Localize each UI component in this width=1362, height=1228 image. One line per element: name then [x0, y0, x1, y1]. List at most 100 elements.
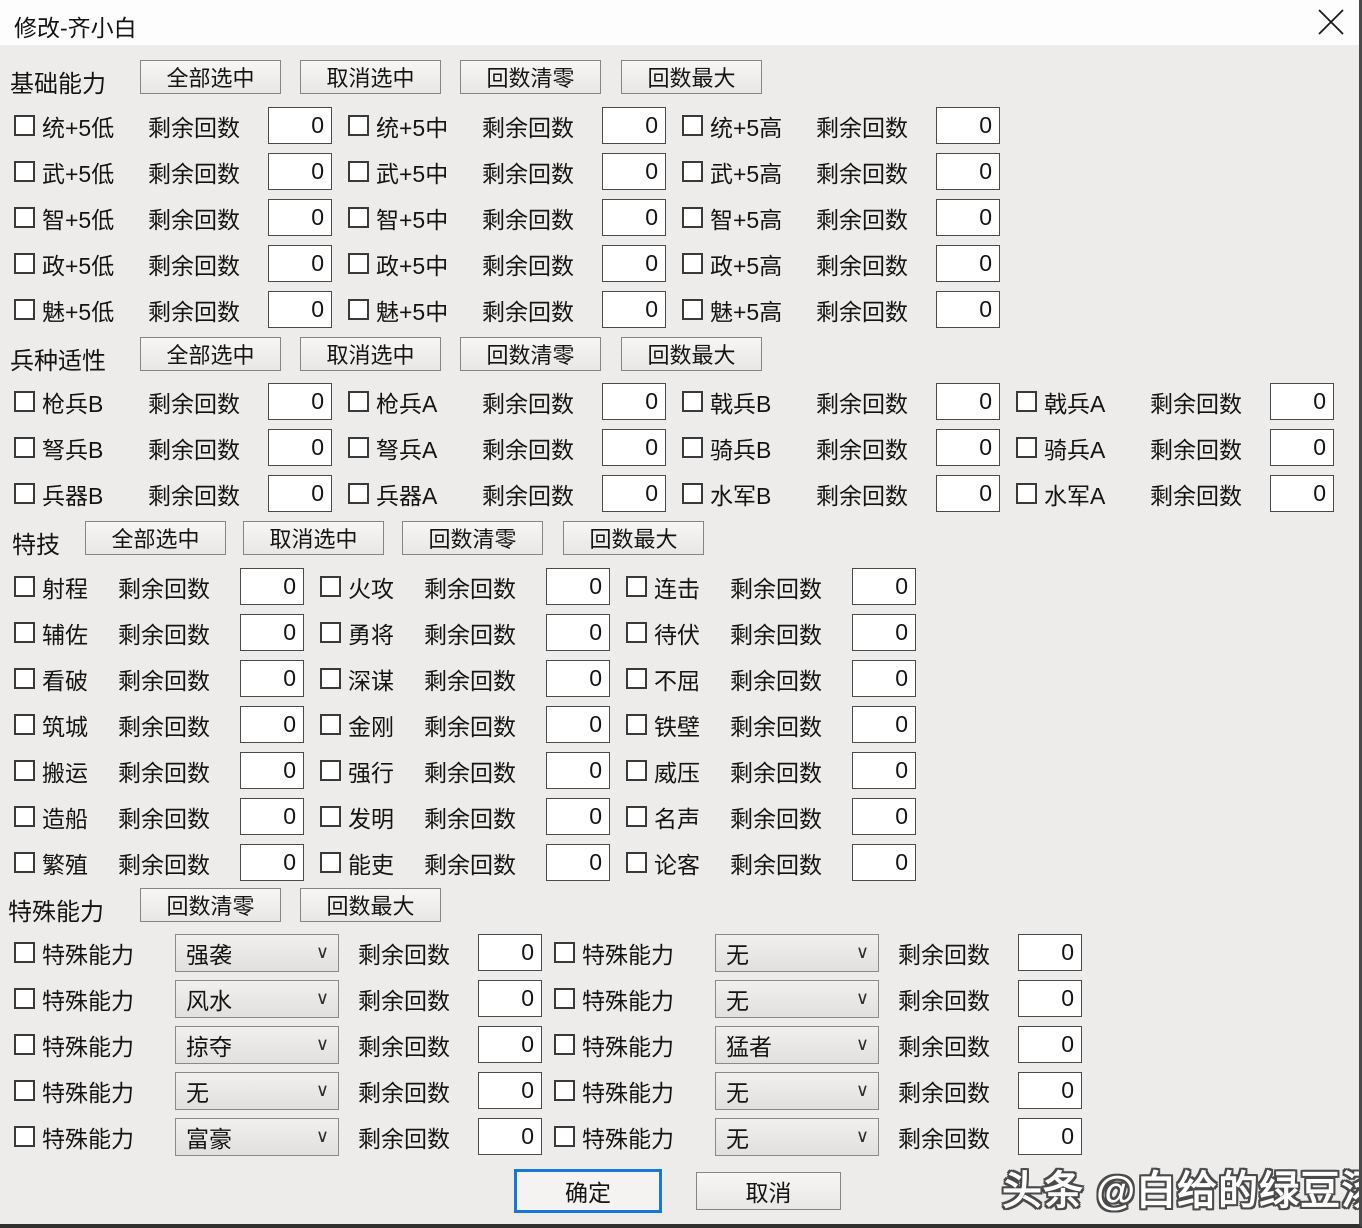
item-checkbox[interactable] [14, 437, 35, 458]
item-checkbox[interactable] [14, 760, 35, 781]
remaining-count-input[interactable] [240, 844, 304, 881]
item-checkbox[interactable] [14, 1080, 35, 1101]
remaining-count-input[interactable] [268, 429, 332, 466]
item-checkbox[interactable] [14, 253, 35, 274]
item-checkbox[interactable] [14, 115, 35, 136]
remaining-count-input[interactable] [936, 383, 1000, 420]
item-checkbox[interactable] [1016, 437, 1037, 458]
ability-select[interactable]: 富豪 ∨ [175, 1118, 339, 1156]
item-checkbox[interactable] [682, 253, 703, 274]
item-checkbox[interactable] [14, 161, 35, 182]
item-checkbox[interactable] [14, 806, 35, 827]
item-checkbox[interactable] [1016, 391, 1037, 412]
item-checkbox[interactable] [14, 207, 35, 228]
select-all-button[interactable]: 全部选中 [140, 337, 281, 371]
item-checkbox[interactable] [14, 299, 35, 320]
item-checkbox[interactable] [348, 207, 369, 228]
remaining-count-input[interactable] [602, 429, 666, 466]
item-checkbox[interactable] [320, 760, 341, 781]
remaining-count-input[interactable] [936, 153, 1000, 190]
remaining-count-input[interactable] [268, 107, 332, 144]
item-checkbox[interactable] [626, 668, 647, 689]
remaining-count-input[interactable] [546, 660, 610, 697]
item-checkbox[interactable] [320, 668, 341, 689]
ok-button[interactable]: 确定 [514, 1169, 662, 1213]
remaining-count-input[interactable] [268, 475, 332, 512]
remaining-count-input[interactable] [240, 568, 304, 605]
remaining-count-input[interactable] [268, 199, 332, 236]
clear-count-button[interactable]: 回数清零 [460, 60, 601, 94]
remaining-count-input[interactable] [936, 199, 1000, 236]
remaining-count-input[interactable] [602, 475, 666, 512]
remaining-count-input[interactable] [268, 245, 332, 282]
remaining-count-input[interactable] [1270, 429, 1334, 466]
item-checkbox[interactable] [14, 942, 35, 963]
remaining-count-input[interactable] [852, 660, 916, 697]
item-checkbox[interactable] [554, 1126, 575, 1147]
ability-select[interactable]: 无 ∨ [715, 1118, 879, 1156]
item-checkbox[interactable] [554, 1080, 575, 1101]
remaining-count-input[interactable] [1018, 1026, 1082, 1063]
remaining-count-input[interactable] [852, 614, 916, 651]
ability-select[interactable]: 无 ∨ [175, 1072, 339, 1110]
remaining-count-input[interactable] [852, 568, 916, 605]
remaining-count-input[interactable] [268, 153, 332, 190]
item-checkbox[interactable] [14, 988, 35, 1009]
remaining-count-input[interactable] [1018, 934, 1082, 971]
ability-select[interactable]: 无 ∨ [715, 934, 879, 972]
item-checkbox[interactable] [320, 576, 341, 597]
item-checkbox[interactable] [348, 483, 369, 504]
remaining-count-input[interactable] [936, 107, 1000, 144]
max-count-button[interactable]: 回数最大 [563, 521, 704, 555]
item-checkbox[interactable] [348, 391, 369, 412]
item-checkbox[interactable] [348, 115, 369, 136]
deselect-all-button[interactable]: 取消选中 [243, 521, 384, 555]
remaining-count-input[interactable] [602, 107, 666, 144]
remaining-count-input[interactable] [546, 568, 610, 605]
remaining-count-input[interactable] [1018, 1072, 1082, 1109]
item-checkbox[interactable] [682, 391, 703, 412]
ability-select[interactable]: 无 ∨ [715, 980, 879, 1018]
clear-count-button[interactable]: 回数清零 [140, 888, 281, 922]
remaining-count-input[interactable] [936, 245, 1000, 282]
ability-select[interactable]: 掠夺 ∨ [175, 1026, 339, 1064]
cancel-button[interactable]: 取消 [696, 1172, 841, 1210]
item-checkbox[interactable] [682, 207, 703, 228]
item-checkbox[interactable] [320, 806, 341, 827]
item-checkbox[interactable] [14, 1034, 35, 1055]
remaining-count-input[interactable] [478, 980, 542, 1017]
remaining-count-input[interactable] [546, 752, 610, 789]
remaining-count-input[interactable] [478, 1072, 542, 1109]
remaining-count-input[interactable] [1018, 980, 1082, 1017]
remaining-count-input[interactable] [478, 1026, 542, 1063]
item-checkbox[interactable] [348, 161, 369, 182]
remaining-count-input[interactable] [478, 1118, 542, 1155]
ability-select[interactable]: 风水 ∨ [175, 980, 339, 1018]
select-all-button[interactable]: 全部选中 [85, 521, 226, 555]
item-checkbox[interactable] [348, 299, 369, 320]
item-checkbox[interactable] [14, 483, 35, 504]
item-checkbox[interactable] [626, 760, 647, 781]
deselect-all-button[interactable]: 取消选中 [300, 60, 441, 94]
remaining-count-input[interactable] [240, 660, 304, 697]
remaining-count-input[interactable] [602, 291, 666, 328]
remaining-count-input[interactable] [936, 429, 1000, 466]
max-count-button[interactable]: 回数最大 [621, 337, 762, 371]
close-button[interactable] [1313, 4, 1349, 40]
ability-select[interactable]: 无 ∨ [715, 1072, 879, 1110]
item-checkbox[interactable] [320, 622, 341, 643]
remaining-count-input[interactable] [1270, 475, 1334, 512]
remaining-count-input[interactable] [268, 291, 332, 328]
remaining-count-input[interactable] [852, 706, 916, 743]
item-checkbox[interactable] [682, 483, 703, 504]
item-checkbox[interactable] [320, 714, 341, 735]
remaining-count-input[interactable] [852, 844, 916, 881]
remaining-count-input[interactable] [240, 614, 304, 651]
item-checkbox[interactable] [626, 714, 647, 735]
remaining-count-input[interactable] [268, 383, 332, 420]
item-checkbox[interactable] [626, 852, 647, 873]
item-checkbox[interactable] [682, 299, 703, 320]
clear-count-button[interactable]: 回数清零 [460, 337, 601, 371]
remaining-count-input[interactable] [602, 383, 666, 420]
item-checkbox[interactable] [320, 852, 341, 873]
